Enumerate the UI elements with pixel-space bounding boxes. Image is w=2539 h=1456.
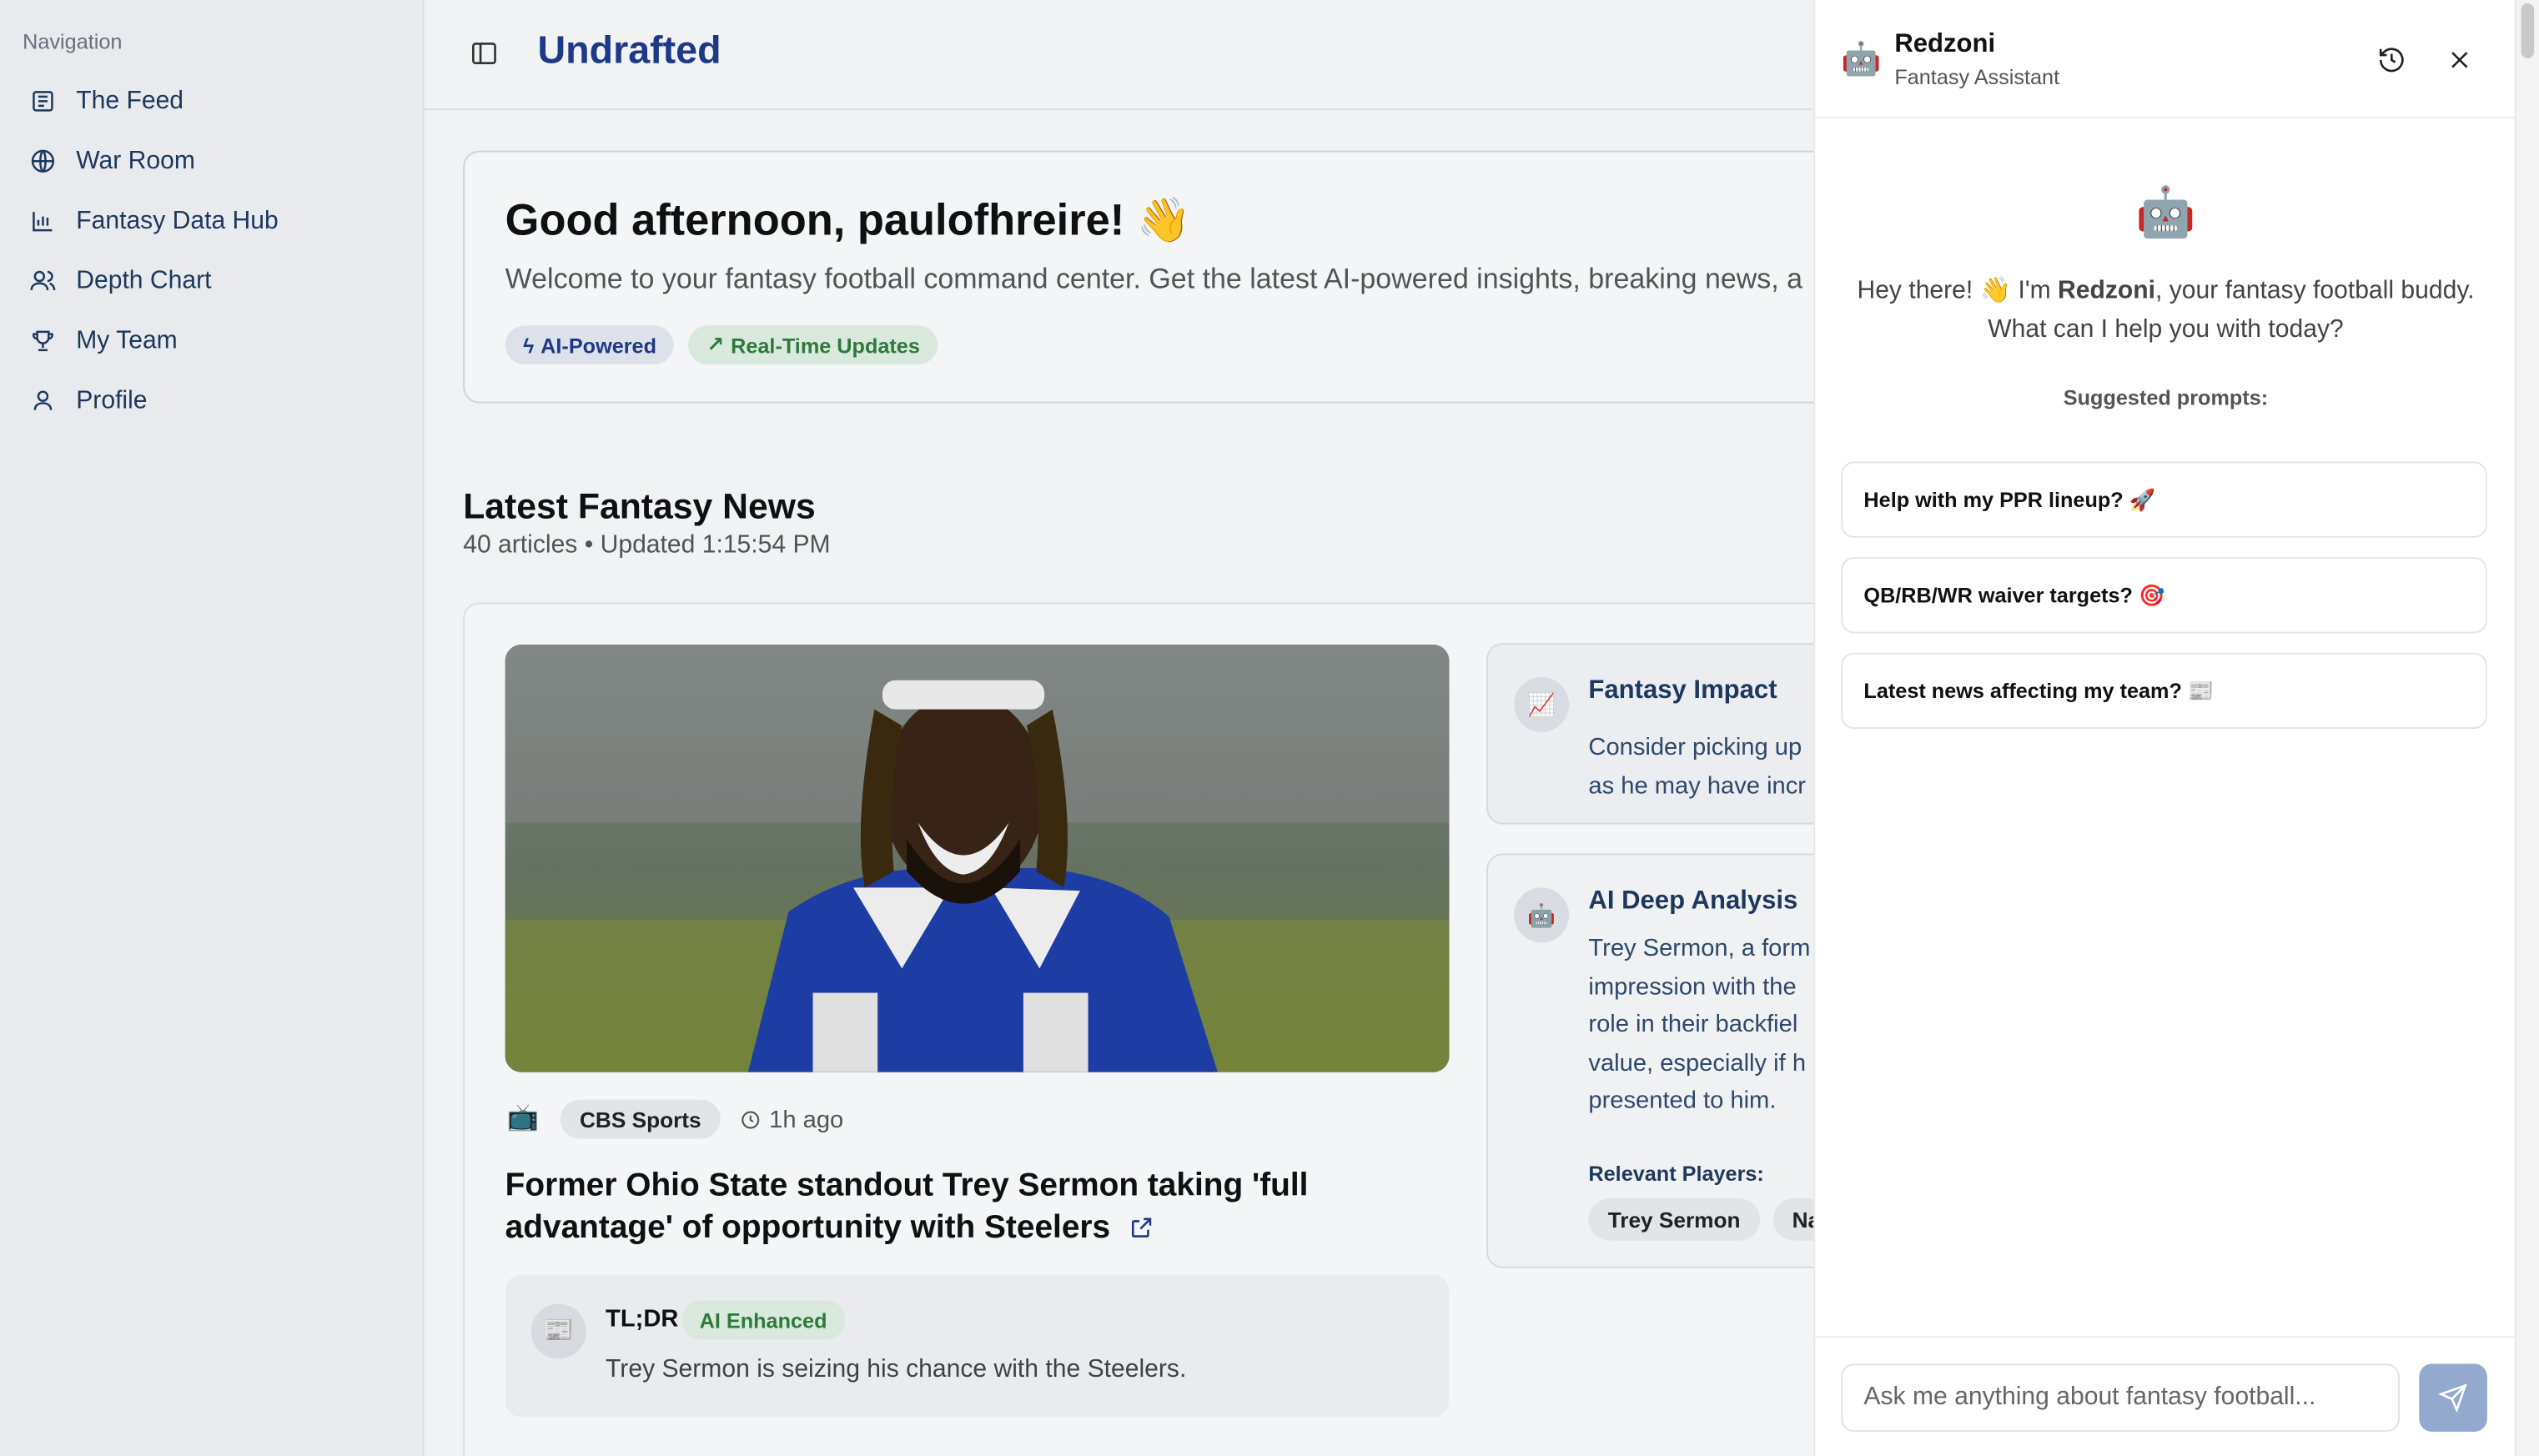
- greeting-name: Redzoni: [2057, 277, 2156, 305]
- assistant-greeting: Hey there! 👋 I'm Redzoni, your fantasy f…: [1841, 272, 2490, 349]
- chat-input[interactable]: [1841, 1363, 2401, 1432]
- send-button[interactable]: [2419, 1363, 2487, 1432]
- robot-icon: 🤖: [2135, 186, 2196, 240]
- suggested-prompt-button[interactable]: Help with my PPR lineup? 🚀: [1841, 461, 2487, 538]
- assistant-panel: 🤖 Redzoni Fantasy Assistant 🤖 Hey there!…: [1813, 0, 2516, 1456]
- scrollbar-thumb[interactable]: [2521, 3, 2535, 58]
- overlay-backdrop[interactable]: [0, 0, 1813, 1456]
- assistant-footer: [1815, 1336, 2516, 1456]
- close-icon: [2451, 52, 2468, 68]
- assistant-name: Redzoni: [1894, 30, 1996, 58]
- history-button[interactable]: [2377, 45, 2406, 74]
- suggested-prompts-label: Suggested prompts:: [2063, 385, 2269, 410]
- send-icon: [2438, 1383, 2467, 1413]
- greeting-text: Hey there! 👋 I'm: [1857, 277, 2058, 305]
- suggested-prompt-button[interactable]: QB/RB/WR waiver targets? 🎯: [1841, 557, 2487, 634]
- assistant-role: Fantasy Assistant: [1894, 64, 2060, 89]
- scrollbar[interactable]: [2514, 0, 2539, 1456]
- assistant-header: 🤖 Redzoni Fantasy Assistant: [1815, 0, 2516, 118]
- close-button[interactable]: [2445, 45, 2474, 74]
- suggested-prompt-button[interactable]: Latest news affecting my team? 📰: [1841, 652, 2487, 729]
- robot-icon: 🤖: [1841, 42, 1882, 78]
- history-icon: [2379, 48, 2404, 73]
- app-root: Navigation The Feed War Room Fantasy Dat…: [0, 0, 2539, 1456]
